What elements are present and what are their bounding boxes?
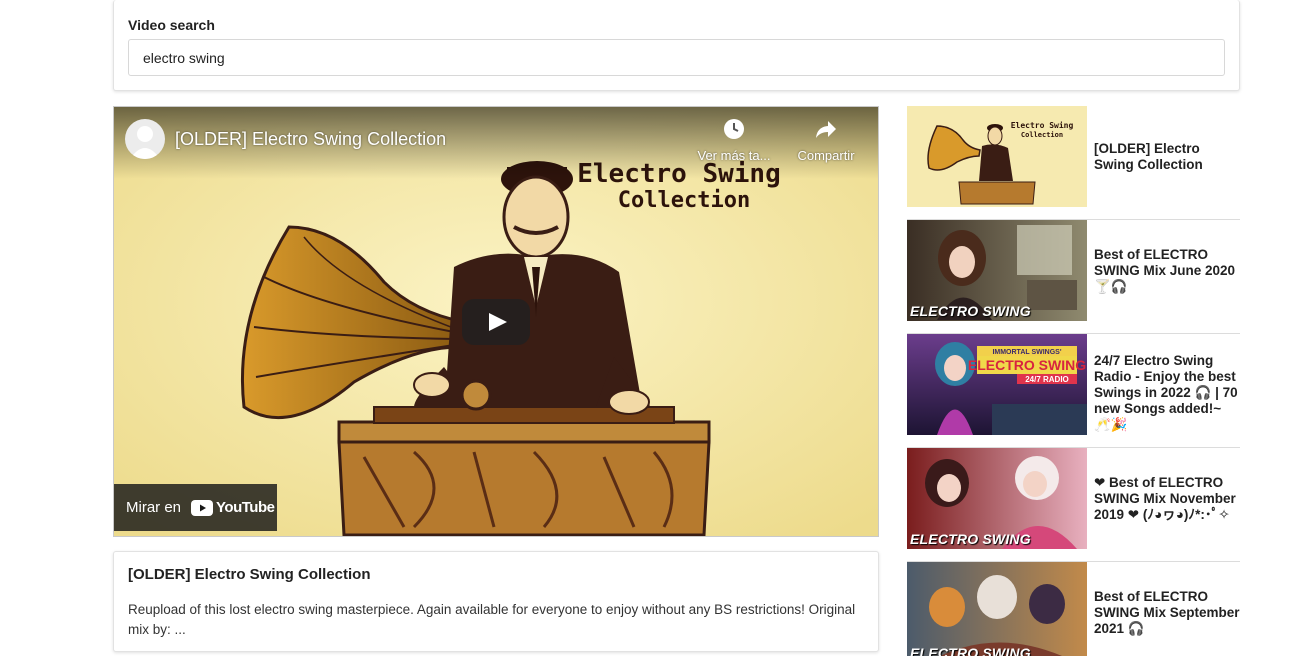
youtube-logo: YouTube <box>191 499 275 516</box>
video-result-item[interactable]: ELECTRO SWING Best of ELECTRO SWING Mix … <box>907 562 1240 656</box>
player-title[interactable]: [OLDER] Electro Swing Collection <box>175 129 446 150</box>
watch-on-label: Mirar en <box>126 499 182 516</box>
search-card: Video search <box>113 0 1240 91</box>
play-icon <box>489 313 507 331</box>
poster-title-line2: Collection <box>618 188 750 213</box>
share-arrow-icon <box>816 121 836 138</box>
thumbnail-banner-main: ELECTRO SWING <box>968 357 1086 373</box>
share-button[interactable]: Compartir <box>781 117 871 163</box>
user-silhouette-icon <box>130 126 160 159</box>
thumbnail-title-line2: Collection <box>1021 131 1063 139</box>
video-thumbnail[interactable]: ELECTRO SWING <box>907 220 1087 321</box>
watch-later-button[interactable]: Ver más ta... <box>689 117 779 163</box>
thumbnail-banner-top: IMMORTAL SWINGS' <box>992 349 1061 356</box>
video-result-title[interactable]: ❤ Best of ELECTRO SWING Mix November 201… <box>1094 475 1240 523</box>
thumbnail-caption: ELECTRO SWING <box>910 531 1031 547</box>
video-result-item[interactable]: IMMORTAL SWINGS' ELECTRO SWING 24/7 RADI… <box>907 334 1240 448</box>
video-result-title[interactable]: 24/7 Electro Swing Radio - Enjoy the bes… <box>1094 353 1240 433</box>
thumbnail-title-line1: Electro Swing <box>1011 120 1074 130</box>
video-result-title[interactable]: Best of ELECTRO SWING Mix September 2021… <box>1094 589 1240 637</box>
video-thumbnail[interactable]: Electro Swing Collection <box>907 106 1087 207</box>
video-result-title[interactable]: [OLDER] Electro Swing Collection <box>1094 141 1240 173</box>
youtube-play-icon <box>191 499 214 516</box>
youtube-wordmark: YouTube <box>216 499 275 516</box>
video-thumbnail[interactable]: ELECTRO SWING <box>907 448 1087 549</box>
video-player[interactable]: Electro Swing Collection [OLDER] Electro… <box>113 106 879 537</box>
video-result-item[interactable]: Electro Swing Collection [OLDER] Electro… <box>907 106 1240 220</box>
watch-later-label: Ver más ta... <box>697 148 771 163</box>
search-input[interactable] <box>128 39 1225 76</box>
video-description-text: Reupload of this lost electro swing mast… <box>128 602 856 637</box>
video-results-list: Electro Swing Collection [OLDER] Electro… <box>907 106 1240 656</box>
video-description-card: [OLDER] Electro Swing Collection Reuploa… <box>113 551 879 652</box>
video-description-title: [OLDER] Electro Swing Collection <box>128 566 371 583</box>
share-label: Compartir <box>797 148 855 163</box>
thumbnail-caption: ELECTRO SWING <box>910 645 1031 656</box>
play-button[interactable] <box>462 299 530 345</box>
thumbnail-caption: ELECTRO SWING <box>910 303 1031 319</box>
video-thumbnail[interactable]: IMMORTAL SWINGS' ELECTRO SWING 24/7 RADI… <box>907 334 1087 435</box>
watch-on-youtube-button[interactable]: Mirar en YouTube <box>114 484 277 531</box>
search-label: Video search <box>128 17 215 33</box>
clock-icon <box>724 119 744 139</box>
channel-avatar[interactable] <box>125 119 165 159</box>
thumbnail-banner-sub: 24/7 RADIO <box>1025 375 1069 384</box>
video-result-title[interactable]: Best of ELECTRO SWING Mix June 2020 🍸🎧 <box>1094 247 1240 295</box>
video-result-item[interactable]: ELECTRO SWING ❤ Best of ELECTRO SWING Mi… <box>907 448 1240 562</box>
video-result-item[interactable]: ELECTRO SWING Best of ELECTRO SWING Mix … <box>907 220 1240 334</box>
video-thumbnail[interactable]: ELECTRO SWING <box>907 562 1087 656</box>
